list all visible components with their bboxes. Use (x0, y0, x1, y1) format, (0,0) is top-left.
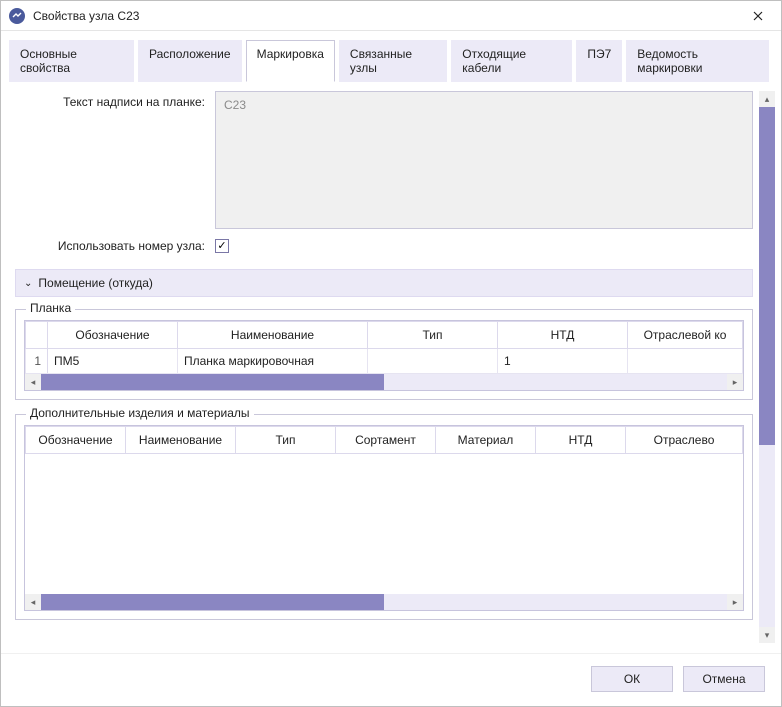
grid-additional[interactable]: Обозначение Наименование Тип Сортамент М… (24, 425, 744, 611)
label-plank-text: Текст надписи на планке: (15, 91, 215, 109)
grid-plank-header[interactable]: НТД (498, 322, 628, 349)
chevron-down-icon: ⌄ (24, 278, 32, 289)
grid-plank-hscrollbar[interactable]: ◂ ▸ (25, 374, 743, 390)
tab-main-properties[interactable]: Основные свойства (9, 40, 134, 82)
grid-additional-header[interactable]: Наименование (126, 427, 236, 454)
ok-button[interactable]: ОК (591, 666, 673, 692)
row-number: 1 (26, 349, 48, 374)
close-button[interactable] (735, 1, 781, 31)
tab-related-nodes[interactable]: Связанные узлы (339, 40, 447, 82)
grid-plank-rownum-header (26, 322, 48, 349)
grid-additional-hscrollbar[interactable]: ◂ ▸ (25, 594, 743, 610)
cell[interactable]: 1 (498, 349, 628, 374)
titlebar: Свойства узла C23 (1, 1, 781, 31)
cell[interactable] (368, 349, 498, 374)
tab-marking-list[interactable]: Ведомость маркировки (626, 40, 769, 82)
tab-location[interactable]: Расположение (138, 40, 242, 82)
fieldset-additional: Дополнительные изделия и материалы Обозн… (15, 414, 753, 620)
scroll-down-icon[interactable]: ▾ (759, 627, 775, 643)
tab-marking[interactable]: Маркировка (246, 40, 335, 82)
app-icon (9, 8, 25, 24)
grid-plank[interactable]: Обозначение Наименование Тип НТД Отрасле… (24, 320, 744, 391)
scroll-left-icon[interactable]: ◂ (25, 594, 41, 610)
scroll-thumb[interactable] (41, 374, 384, 390)
dialog-button-bar: ОК Отмена (1, 653, 781, 706)
grid-additional-header[interactable]: Материал (436, 427, 536, 454)
cancel-button[interactable]: Отмена (683, 666, 765, 692)
grid-additional-header[interactable]: Сортамент (336, 427, 436, 454)
tab-outgoing-cables[interactable]: Отходящие кабели (451, 40, 572, 82)
cell[interactable]: ПМ5 (48, 349, 178, 374)
grid-plank-header[interactable]: Обозначение (48, 322, 178, 349)
grid-additional-header[interactable]: Тип (236, 427, 336, 454)
table-row[interactable]: 1 ПМ5 Планка маркировочная 1 (26, 349, 743, 374)
scroll-left-icon[interactable]: ◂ (25, 374, 41, 390)
content-vscrollbar[interactable]: ▴ ▾ (759, 91, 775, 643)
scroll-right-icon[interactable]: ▸ (727, 374, 743, 390)
tab-pe7[interactable]: ПЭ7 (576, 40, 622, 82)
grid-additional-header[interactable]: НТД (536, 427, 626, 454)
window-title: Свойства узла C23 (33, 9, 735, 23)
tab-bar: Основные свойства Расположение Маркировк… (1, 31, 781, 81)
group-room-from-title: Помещение (откуда) (38, 276, 153, 290)
group-room-from[interactable]: ⌄ Помещение (откуда) (15, 269, 753, 297)
use-node-number-checkbox[interactable]: ✓ (215, 239, 229, 253)
scroll-right-icon[interactable]: ▸ (727, 594, 743, 610)
grid-additional-body[interactable] (25, 454, 743, 594)
scroll-thumb[interactable] (759, 107, 775, 445)
grid-additional-header[interactable]: Обозначение (26, 427, 126, 454)
scroll-thumb[interactable] (41, 594, 384, 610)
grid-plank-header[interactable]: Отраслевой ко (628, 322, 743, 349)
label-use-node-number: Использовать номер узла: (15, 239, 215, 253)
scroll-up-icon[interactable]: ▴ (759, 91, 775, 107)
cell[interactable] (628, 349, 743, 374)
fieldset-plank-legend: Планка (26, 301, 75, 315)
grid-additional-header[interactable]: Отраслево (626, 427, 743, 454)
fieldset-plank: Планка Обозначение Наименование (15, 309, 753, 400)
properties-dialog: Свойства узла C23 Основные свойства Расп… (0, 0, 782, 707)
marking-panel: Текст надписи на планке: C23 Использоват… (15, 91, 753, 643)
grid-plank-header[interactable]: Наименование (178, 322, 368, 349)
grid-plank-header[interactable]: Тип (368, 322, 498, 349)
plank-text-field[interactable]: C23 (215, 91, 753, 229)
cell[interactable]: Планка маркировочная (178, 349, 368, 374)
fieldset-additional-legend: Дополнительные изделия и материалы (26, 406, 254, 420)
